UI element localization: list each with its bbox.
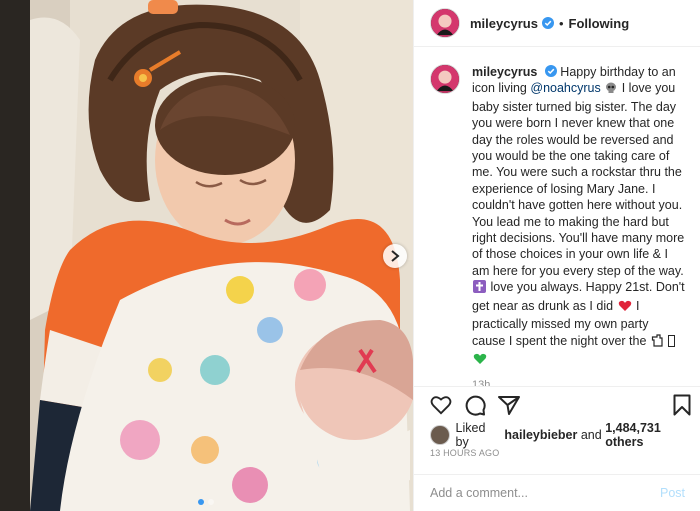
like-button[interactable]	[430, 395, 452, 415]
next-arrow-icon	[391, 250, 400, 262]
save-button[interactable]	[673, 394, 691, 416]
comment-icon	[465, 395, 486, 416]
skull-icon	[605, 82, 617, 98]
likes-connector: and	[580, 428, 602, 442]
post-comment-button[interactable]: Post	[660, 486, 685, 500]
carousel-dot-active	[198, 499, 204, 505]
header-separator: •	[558, 15, 564, 31]
caption-time: 13h	[472, 379, 491, 386]
post-header: mileycyrus • Following	[414, 0, 700, 47]
likes-prefix: Liked by	[455, 421, 486, 449]
next-photo-button[interactable]	[383, 244, 407, 268]
verified-icon	[544, 65, 557, 77]
caption-avatar[interactable]	[430, 64, 460, 94]
verified-icon	[541, 17, 554, 29]
mention-link[interactable]: @noahcyrus	[530, 81, 600, 95]
missing-glyph-icon	[668, 334, 676, 351]
share-icon	[498, 395, 520, 415]
post-photo[interactable]	[0, 0, 413, 511]
post-actions	[414, 386, 700, 422]
post-side-panel: mileycyrus • Following mileycyrus Happy …	[413, 0, 700, 511]
post-date: 13 HOURS AGO	[430, 448, 500, 458]
caption-username[interactable]: mileycyrus	[472, 65, 537, 79]
add-comment-bar: Post	[414, 474, 700, 511]
hand-emoji-icon	[651, 333, 663, 351]
comments-area: mileycyrus Happy birthday to an icon liv…	[414, 48, 700, 386]
avatar-image	[431, 9, 459, 37]
comment-input[interactable]	[430, 486, 660, 500]
author-username[interactable]: mileycyrus	[470, 16, 538, 31]
carousel-dot	[208, 499, 214, 505]
caption-body: mileycyrus Happy birthday to an icon liv…	[472, 64, 685, 386]
heart-icon	[430, 395, 452, 414]
likes-row: Liked by haileybieber and 1,484,731 othe…	[430, 421, 700, 449]
carousel-dots	[198, 499, 214, 505]
caption-part-3: love you always. Happy 21st. Don't get n…	[472, 280, 685, 313]
avatar-image	[431, 65, 459, 93]
cross-icon	[473, 280, 486, 297]
comment-button[interactable]	[464, 394, 486, 416]
caption-part-2: I love you baby sister turned big sister…	[472, 81, 685, 278]
liker-avatar[interactable]	[430, 425, 450, 445]
likes-count[interactable]: 1,484,731 others	[605, 421, 700, 449]
author-avatar[interactable]	[430, 8, 460, 38]
bookmark-icon	[673, 394, 691, 415]
liker-username[interactable]: haileybieber	[504, 428, 577, 442]
heart-emoji-icon	[618, 300, 632, 316]
caption-text: mileycyrus Happy birthday to an icon liv…	[472, 64, 685, 369]
caption: mileycyrus Happy birthday to an icon liv…	[430, 64, 685, 386]
photo-image	[0, 0, 413, 511]
green-heart-icon	[473, 353, 487, 369]
share-button[interactable]	[498, 395, 520, 415]
following-button[interactable]: Following	[569, 16, 630, 31]
